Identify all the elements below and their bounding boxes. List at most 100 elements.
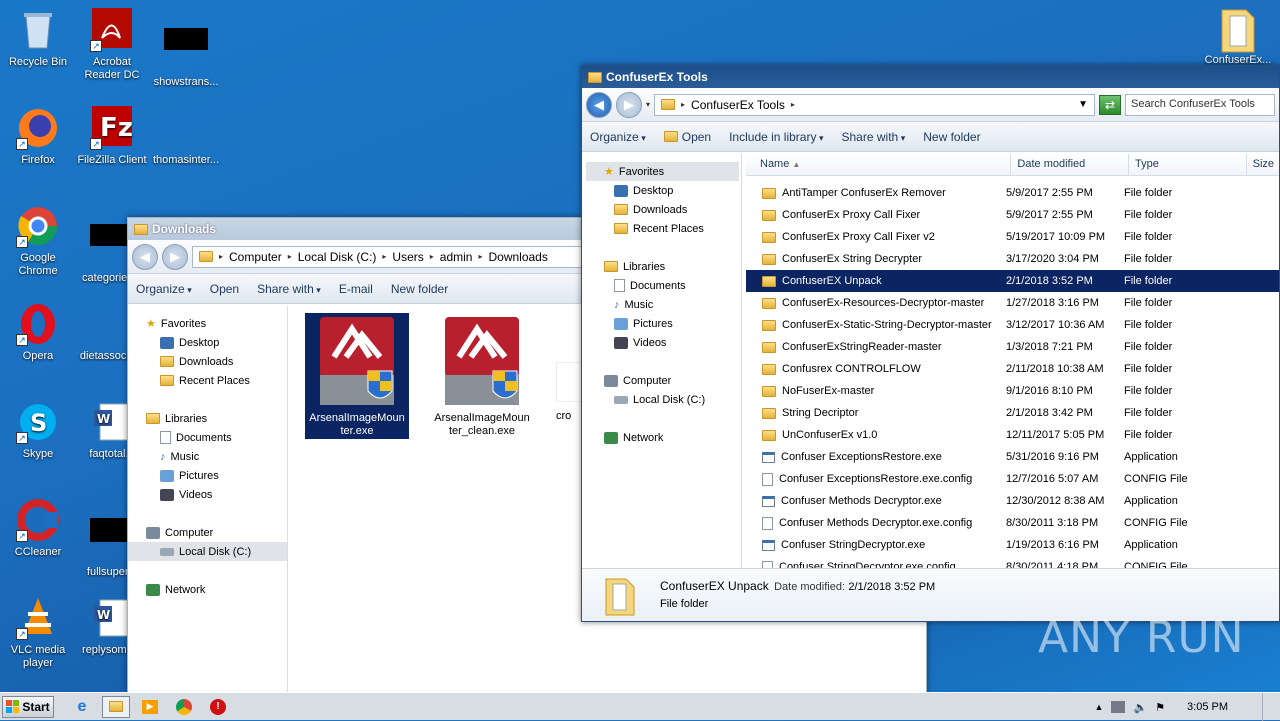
address-dropdown-icon[interactable]: ▼ bbox=[1078, 99, 1088, 110]
desktop-icon-recycle-bin[interactable]: Recycle Bin bbox=[0, 8, 76, 69]
nav-music[interactable]: ♪ Music bbox=[146, 447, 287, 466]
desktop-icon-opera[interactable]: ↗ Opera bbox=[0, 302, 76, 363]
refresh-icon[interactable]: ⇄ bbox=[1099, 94, 1121, 115]
nav-network[interactable]: Network bbox=[146, 580, 287, 599]
file-row[interactable]: ConfuserEx-Resources-Decryptor-master 1/2… bbox=[746, 292, 1279, 314]
open-button[interactable]: Open bbox=[663, 130, 711, 144]
taskbar-ie[interactable]: e bbox=[68, 696, 96, 718]
file-row[interactable]: Confuser ExceptionsRestore.exe.config 12/… bbox=[746, 468, 1279, 490]
file-row[interactable]: NoFuserEx-master 9/1/2016 8:10 PM File fol… bbox=[746, 380, 1279, 402]
file-row[interactable]: UnConfuserEx v1.0 12/11/2017 5:05 PM File … bbox=[746, 424, 1279, 446]
breadcrumb[interactable]: ▸ ConfuserEx Tools ▸ ▼ bbox=[654, 93, 1095, 116]
show-hidden-icons-icon[interactable]: ▲ bbox=[1095, 702, 1104, 712]
breadcrumb-item[interactable]: Local Disk (C:) bbox=[298, 250, 377, 264]
column-type[interactable]: Type bbox=[1129, 154, 1247, 175]
file-row[interactable]: Confusrex CONTROLFLOW 2/11/2018 10:38 AM F… bbox=[746, 358, 1279, 380]
action-center-flag-icon[interactable]: ⚑ bbox=[1155, 701, 1165, 714]
show-desktop-button[interactable] bbox=[1262, 693, 1272, 721]
file-row[interactable]: AntiTamper ConfuserEx Remover 5/9/2017 2:… bbox=[746, 182, 1279, 204]
back-button[interactable]: ◀ bbox=[132, 243, 158, 270]
search-input[interactable]: Search ConfuserEx Tools bbox=[1125, 93, 1275, 116]
desktop-icon-thomasinter[interactable]: thomasinter... bbox=[148, 106, 224, 167]
desktop-icon-vlc[interactable]: ↗ VLC media player bbox=[0, 596, 76, 670]
nav-recent-places[interactable]: Recent Places bbox=[146, 371, 287, 390]
nav-favorites[interactable]: ★ Favorites bbox=[146, 314, 287, 333]
file-row[interactable]: ConfuserEx Proxy Call Fixer v2 5/19/2017 … bbox=[746, 226, 1279, 248]
email-button[interactable]: E-mail bbox=[339, 282, 373, 296]
desktop-icon-filezilla[interactable]: Fz ↗ FileZilla Client bbox=[74, 106, 150, 167]
file-row[interactable]: Confuser Methods Decryptor.exe 12/30/2012… bbox=[746, 490, 1279, 512]
taskbar-chrome[interactable] bbox=[170, 696, 198, 718]
share-with-button[interactable]: Share with bbox=[842, 130, 906, 144]
forward-button[interactable]: ▶ bbox=[616, 91, 642, 118]
file-row[interactable]: Confuser ExceptionsRestore.exe 5/31/2016 … bbox=[746, 446, 1279, 468]
desktop-icon-chrome[interactable]: ↗ Google Chrome bbox=[0, 204, 76, 278]
file-row[interactable]: ConfuserEx Proxy Call Fixer 5/9/2017 2:55… bbox=[746, 204, 1279, 226]
column-size[interactable]: Size bbox=[1247, 154, 1279, 175]
desktop-icon-confuserex-folder[interactable]: ConfuserEx... bbox=[1200, 6, 1276, 67]
nav-favorites[interactable]: ★ Favorites bbox=[586, 162, 739, 181]
nav-desktop[interactable]: Desktop bbox=[146, 333, 287, 352]
desktop-icon-acrobat[interactable]: ↗ Acrobat Reader DC bbox=[74, 8, 150, 82]
network-status-icon[interactable] bbox=[1111, 701, 1126, 713]
file-row[interactable]: String Decriptor 2/1/2018 3:42 PM File fol… bbox=[746, 402, 1279, 424]
file-row[interactable]: Confuser StringDecryptor.exe 1/19/2013 6:… bbox=[746, 534, 1279, 556]
breadcrumb-item[interactable]: ConfuserEx Tools bbox=[691, 98, 785, 112]
organize-button[interactable]: Organize bbox=[590, 130, 646, 144]
new-folder-button[interactable]: New folder bbox=[923, 130, 980, 144]
nav-local-disk[interactable]: Local Disk (C:) bbox=[128, 542, 287, 561]
nav-documents[interactable]: Documents bbox=[586, 276, 741, 295]
nav-pictures[interactable]: Pictures bbox=[586, 314, 741, 333]
back-button[interactable]: ◀ bbox=[586, 91, 612, 118]
file-row[interactable]: Confuser Methods Decryptor.exe.config 8/3… bbox=[746, 512, 1279, 534]
desktop-icon-ccleaner[interactable]: ↗ CCleaner bbox=[0, 498, 76, 559]
include-in-library-button[interactable]: Include in library bbox=[729, 130, 823, 144]
file-row[interactable]: ConfuserEx-Static-String-Decryptor-maste… bbox=[746, 314, 1279, 336]
taskbar-media-player[interactable]: ▶ bbox=[136, 696, 164, 718]
nav-videos[interactable]: Videos bbox=[586, 333, 741, 352]
desktop-icon-skype[interactable]: S ↗ Skype bbox=[0, 400, 76, 461]
confuserex-tools-window[interactable]: ConfuserEx Tools ◀ ▶ ▾ ▸ ConfuserEx Tool… bbox=[581, 65, 1280, 622]
forward-button[interactable]: ▶ bbox=[162, 243, 188, 270]
taskbar-explorer[interactable] bbox=[102, 695, 130, 718]
taskbar-app[interactable]: ! bbox=[204, 696, 232, 718]
new-folder-button[interactable]: New folder bbox=[391, 282, 448, 296]
nav-computer[interactable]: Computer bbox=[146, 523, 287, 542]
nav-pictures[interactable]: Pictures bbox=[146, 466, 287, 485]
recent-pages-dropdown-icon[interactable]: ▾ bbox=[646, 100, 650, 109]
nav-recent-places[interactable]: Recent Places bbox=[586, 219, 741, 238]
nav-libraries[interactable]: Libraries bbox=[146, 409, 287, 428]
organize-button[interactable]: Organize bbox=[136, 282, 192, 296]
desktop-icon-showstrans[interactable]: showstrans... bbox=[148, 8, 224, 89]
nav-downloads[interactable]: Downloads bbox=[586, 200, 741, 219]
volume-icon[interactable]: 🔈 bbox=[1133, 701, 1147, 714]
clock[interactable]: 3:05 PM bbox=[1187, 701, 1228, 713]
file-tile[interactable]: ArsenalImageMounter.exe bbox=[305, 313, 409, 439]
file-row[interactable]: ConfuserEx String Decrypter 3/17/2020 3:0… bbox=[746, 248, 1279, 270]
file-name: NoFuserEx-master bbox=[782, 385, 875, 397]
nav-videos[interactable]: Videos bbox=[146, 485, 287, 504]
column-name[interactable]: Name ▲ bbox=[746, 154, 1012, 175]
nav-downloads[interactable]: Downloads bbox=[146, 352, 287, 371]
breadcrumb-item[interactable]: Users bbox=[392, 250, 423, 264]
nav-network[interactable]: Network bbox=[586, 428, 741, 447]
nav-documents[interactable]: Documents bbox=[146, 428, 287, 447]
file-row[interactable]: ConfuserExStringReader-master 1/3/2018 7:… bbox=[746, 336, 1279, 358]
desktop-icon-firefox[interactable]: ↗ Firefox bbox=[0, 106, 76, 167]
breadcrumb-item[interactable]: admin bbox=[440, 250, 473, 264]
file-row[interactable]: ConfuserEX Unpack 2/1/2018 3:52 PM File fo… bbox=[746, 270, 1279, 292]
breadcrumb-item[interactable]: Downloads bbox=[488, 250, 547, 264]
nav-libraries[interactable]: Libraries bbox=[586, 257, 741, 276]
file-tile[interactable]: ArsenalImageMounter_clean.exe bbox=[430, 313, 534, 439]
nav-local-disk[interactable]: Local Disk (C:) bbox=[586, 390, 741, 409]
nav-desktop[interactable]: Desktop bbox=[586, 181, 741, 200]
column-date-modified[interactable]: Date modified bbox=[1011, 154, 1130, 175]
breadcrumb-item[interactable]: Computer bbox=[229, 250, 282, 264]
file-row[interactable]: Confuser StringDecryptor.exe.config 8/30/… bbox=[746, 556, 1279, 568]
start-button[interactable]: Start bbox=[2, 695, 54, 718]
open-button[interactable]: Open bbox=[210, 282, 239, 296]
nav-computer[interactable]: Computer bbox=[586, 371, 741, 390]
share-with-button[interactable]: Share with bbox=[257, 282, 321, 296]
nav-music[interactable]: ♪ Music bbox=[586, 295, 741, 314]
confuserex-titlebar[interactable]: ConfuserEx Tools bbox=[582, 66, 1279, 88]
